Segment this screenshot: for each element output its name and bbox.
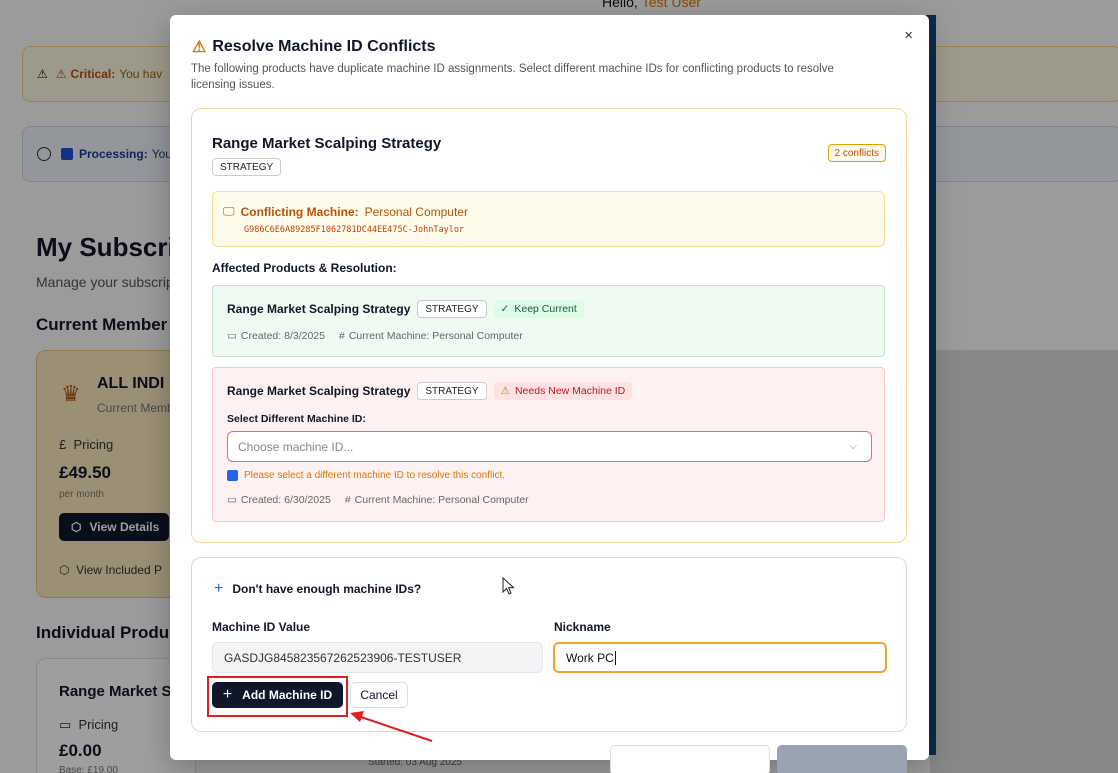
info-icon (227, 470, 238, 481)
dialog-title: ⚠ Resolve Machine ID Conflicts (192, 38, 436, 56)
needs-new-id-badge: ⚠ Needs New Machine ID (493, 382, 633, 400)
conflicts-badge: 2 conflicts (827, 144, 886, 162)
machine-id-value-label: Machine ID Value (212, 620, 311, 634)
validation-hint: Please select a different machine ID to … (227, 470, 505, 481)
hash-icon: # (344, 494, 351, 506)
affected-heading: Affected Products & Resolution: (212, 261, 397, 275)
plus-icon: + (214, 580, 224, 597)
created-date: ▭ Created: 8/3/2025 (227, 330, 325, 342)
close-icon[interactable]: × (904, 27, 913, 44)
keep-current-badge: ✓ Keep Current (493, 300, 584, 318)
footer-primary-button[interactable] (777, 745, 907, 773)
product-name: Range Market Scalping Strategy (212, 135, 442, 152)
dialog-description: The following products have duplicate ma… (191, 63, 834, 91)
monitor-icon: 🖵 (223, 204, 235, 218)
add-machine-toggle[interactable]: + Don't have enough machine IDs? (214, 580, 421, 598)
needs-new-id-row: Range Market Scalping Strategy STRATEGY … (212, 367, 885, 522)
calendar-icon: ▭ (227, 494, 237, 506)
hash-icon: # (338, 330, 345, 342)
conflict-group: Range Market Scalping Strategy STRATEGY … (191, 108, 907, 543)
nickname-input[interactable]: Work PC (553, 642, 887, 673)
add-machine-panel: + Don't have enough machine IDs? Machine… (191, 557, 907, 732)
machine-id: G986C6E6A89285F1062781DC44EE475C-JohnTay… (244, 225, 465, 235)
mouse-cursor-icon (502, 577, 515, 595)
machine-id-value-input[interactable]: GASDJG845823567262523906-TESTUSER (212, 642, 543, 673)
calendar-icon: ▭ (227, 330, 237, 342)
product-type-tag: STRATEGY (212, 158, 282, 176)
annotation-arrow (350, 711, 433, 742)
check-icon: ✓ (500, 303, 510, 315)
conflicting-machine: 🖵 Conflicting Machine: Personal Computer… (212, 191, 885, 247)
keep-current-row: Range Market Scalping Strategy STRATEGY … (212, 285, 885, 357)
current-machine: # Current Machine: Personal Computer (344, 494, 529, 506)
warning-icon: ⚠ (500, 385, 510, 397)
created-date: ▭ Created: 6/30/2025 (227, 494, 331, 506)
current-machine: # Current Machine: Personal Computer (338, 330, 523, 342)
plus-icon: + (222, 686, 233, 703)
chevron-down-icon: ⌵ (849, 441, 857, 452)
machine-id-select[interactable]: Choose machine ID... ⌵ (227, 431, 872, 462)
resolve-conflicts-dialog: × ⚠ Resolve Machine ID Conflicts The fol… (170, 15, 929, 760)
select-label: Select Different Machine ID: (227, 413, 366, 425)
warning-icon: ⚠ (192, 39, 207, 56)
footer-secondary-button[interactable] (610, 745, 770, 773)
add-machine-button[interactable]: + Add Machine ID (212, 682, 343, 708)
nickname-label: Nickname (554, 620, 611, 634)
